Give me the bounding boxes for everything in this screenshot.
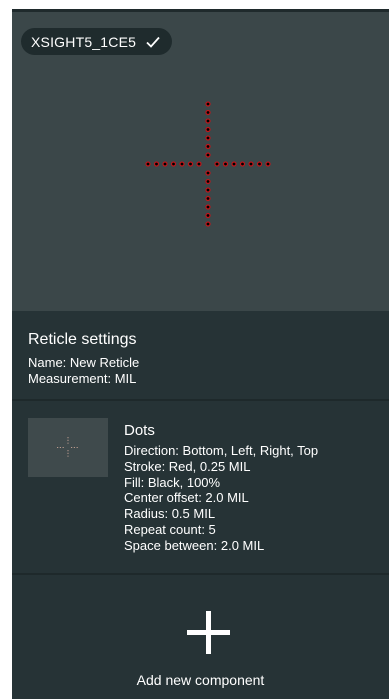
- reticle-dot-right: [239, 161, 246, 167]
- prop-direction: Direction: Bottom, Left, Right, Top: [124, 443, 319, 458]
- reticle-dot-top: [205, 109, 211, 116]
- reticle-dot-bottom: [205, 204, 211, 210]
- prop-fill: Fill: Black, 100%: [124, 474, 221, 490]
- reticle-dot-bottom: [205, 195, 211, 202]
- reticle-dot-top: [205, 118, 211, 124]
- reticle-dot-left: [179, 161, 185, 167]
- check-icon: [146, 36, 160, 48]
- reticle-dot-left: [162, 161, 168, 167]
- reticle-preview: XSIGHT5_1CE5: [12, 9, 389, 311]
- add-component-label: Add new component: [136, 672, 265, 688]
- reticle-dot-right: [222, 161, 229, 167]
- prop-radius: Radius: 0.5 MIL: [124, 506, 216, 522]
- reticle-settings-panel[interactable]: Reticle settings Name: New Reticle Measu…: [12, 311, 389, 399]
- prop-center-offset: Center offset: 2.0 MIL: [124, 490, 249, 506]
- component-thumbnail: [28, 418, 108, 477]
- crosshair-icon: [57, 437, 79, 458]
- plus-icon: [187, 611, 230, 654]
- measurement-text: Measurement: MIL: [28, 371, 137, 386]
- add-component-button[interactable]: Add new component: [12, 575, 389, 699]
- reticle-dot-top: [205, 143, 211, 150]
- reticle-dot-top: [205, 135, 211, 141]
- reticle-dot-bottom: [205, 212, 211, 219]
- reticle-dot-top: [205, 152, 211, 158]
- reticle-settings-title: Reticle settings: [28, 331, 137, 348]
- reticle-dot-left: [153, 161, 160, 167]
- device-chip[interactable]: XSIGHT5_1CE5: [21, 28, 173, 55]
- reticle-dot-left: [187, 161, 194, 167]
- reticle-dot-right: [231, 161, 237, 167]
- prop-stroke: Stroke: Red, 0.25 MIL: [124, 458, 251, 474]
- component-card-dots[interactable]: Dots Direction: Bottom, Left, Right, Top…: [12, 401, 389, 573]
- prop-repeat-count: Repeat count: 5: [124, 521, 216, 537]
- reticle-dot-right: [248, 161, 254, 167]
- reticle-dot-right: [265, 161, 271, 167]
- reticle-dot-top: [205, 101, 211, 107]
- device-name: XSIGHT5_1CE5: [31, 33, 137, 50]
- reticle-dot-bottom: [205, 221, 211, 227]
- component-properties: Direction: Bottom, Left, Right, Top Stro…: [124, 443, 318, 554]
- reticle-dot-top: [205, 126, 211, 133]
- reticle-dot-bottom: [205, 187, 211, 193]
- app-screen: XSIGHT5_1CE5 Reticle settings Name: New …: [12, 9, 389, 699]
- reticle-dot-bottom: [205, 170, 211, 176]
- reticle-dot-left: [170, 161, 177, 167]
- prop-space-between: Space between: 2.0 MIL: [124, 537, 265, 553]
- reticle-dot-left: [196, 161, 202, 167]
- reticle-dot-bottom: [205, 178, 211, 185]
- component-title: Dots: [124, 422, 155, 439]
- reticle-name-text: Name: New Reticle: [28, 355, 140, 370]
- reticle-dot-right: [256, 161, 263, 167]
- reticle-dot-left: [145, 161, 151, 167]
- reticle-dot-right: [214, 161, 220, 167]
